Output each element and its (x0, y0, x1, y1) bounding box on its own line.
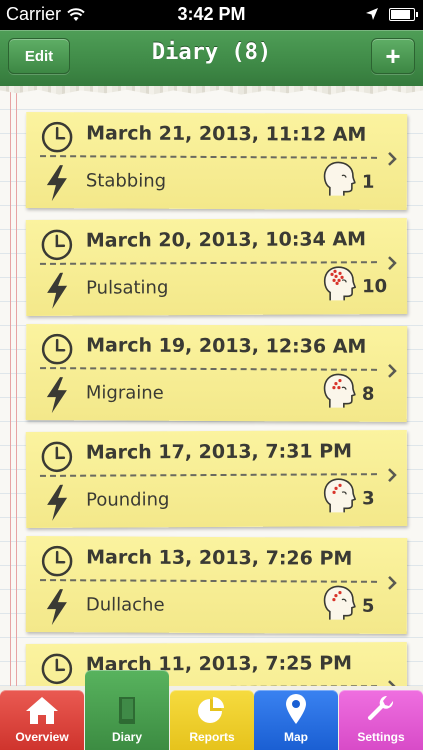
entry-intensity: 8 (361, 383, 375, 405)
diary-list[interactable]: March 21, 2013, 11:12 AM Stabbing 1 March 2… (0, 86, 423, 686)
entry-intensity: 3 (362, 488, 375, 510)
page-title: Diary (8) (151, 40, 272, 65)
tab-map[interactable]: Map (254, 690, 338, 750)
chevron-right-icon (388, 364, 397, 378)
entry-intensity: 1 (361, 171, 375, 193)
entry-pain-type: Stabbing (85, 170, 167, 192)
entry-date: March 20, 2013, 10:34 AM (85, 228, 367, 252)
clock-icon (41, 653, 73, 685)
home-icon (26, 697, 58, 724)
diary-entry[interactable]: March 20, 2013, 10:34 AM Pulsating 10 (25, 218, 408, 316)
head-icon (323, 585, 356, 620)
diary-entry[interactable]: March 21, 2013, 11:12 AM Stabbing 1 (25, 112, 408, 210)
chevron-right-icon (388, 680, 397, 686)
tab-diary[interactable]: Diary (85, 670, 169, 750)
tab-overview-label: Overview (15, 730, 69, 744)
entry-intensity: 5 (361, 595, 375, 617)
clock-icon (41, 545, 73, 577)
pie-chart-icon (198, 697, 224, 723)
add-entry-button[interactable]: + (371, 38, 415, 74)
entry-divider (40, 579, 378, 583)
status-bar: Carrier 3:42 PM (0, 0, 423, 30)
entry-divider (40, 155, 378, 159)
entry-pain-type: Dullache (85, 594, 165, 616)
battery-icon (389, 7, 418, 21)
entry-intensity: 10 (362, 276, 388, 298)
tab-settings[interactable]: Settings (339, 690, 423, 750)
entry-divider (40, 367, 378, 371)
lightning-icon (46, 589, 67, 626)
diary-entry[interactable]: March 11, 2013, 7:25 PM (25, 642, 408, 686)
clock-icon (41, 229, 73, 261)
clock-icon (41, 121, 73, 153)
tab-settings-label: Settings (357, 730, 405, 744)
entry-date: March 17, 2013, 7:31 PM (85, 440, 353, 464)
head-icon (323, 266, 356, 301)
location-arrow-icon (366, 8, 378, 20)
lightning-icon (46, 377, 67, 414)
status-time: 3:42 PM (177, 4, 246, 24)
tab-bar: Overview Diary Reports Map Settings (0, 670, 423, 750)
status-right (365, 7, 418, 21)
entry-date: March 19, 2013, 12:36 AM (86, 334, 367, 358)
chevron-right-icon (388, 576, 397, 590)
book-icon (118, 697, 135, 725)
diary-entry[interactable]: March 17, 2013, 7:31 PM Pounding 3 (25, 430, 408, 528)
entry-pain-type: Pounding (86, 489, 170, 511)
entry-pain-type: Pulsating (86, 277, 169, 299)
clock-icon (41, 441, 73, 473)
torn-paper-edge (0, 86, 423, 95)
chevron-right-icon (388, 468, 397, 482)
chevron-right-icon (388, 152, 397, 166)
tab-map-label: Map (284, 730, 308, 744)
diary-entry[interactable]: March 13, 2013, 7:26 PM Dullache 5 (25, 536, 408, 634)
tab-diary-label: Diary (111, 730, 143, 744)
entry-pain-type: Migraine (85, 382, 164, 404)
lightning-icon (47, 484, 68, 521)
entry-date: March 13, 2013, 7:26 PM (86, 546, 353, 570)
tab-reports[interactable]: Reports (170, 690, 254, 750)
head-icon (323, 373, 356, 408)
chevron-right-icon (388, 256, 397, 270)
head-icon (323, 478, 356, 513)
head-icon (323, 161, 356, 196)
tab-reports-label: Reports (189, 730, 235, 744)
entry-date: March 21, 2013, 11:12 AM (86, 122, 367, 146)
diary-entry[interactable]: March 19, 2013, 12:36 AM Migraine 8 (25, 324, 408, 422)
tab-overview[interactable]: Overview (0, 690, 84, 750)
nav-bar: Edit Diary (8) + (0, 30, 423, 86)
map-pin-icon (286, 694, 306, 724)
lightning-icon (46, 165, 67, 202)
lightning-icon (47, 272, 68, 309)
wrench-icon (367, 695, 394, 721)
clock-icon (41, 333, 73, 365)
